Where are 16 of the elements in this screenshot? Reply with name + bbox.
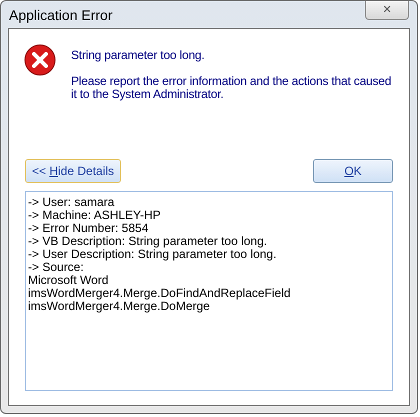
- details-line: -> User: samara: [28, 196, 116, 209]
- details-line: -> User Description: String parameter too long.: [28, 248, 278, 261]
- details-line: -> VB Description: String parameter too long.: [28, 235, 268, 248]
- details-line: -> Source:: [28, 261, 84, 274]
- details-line: -> Error Number: 5854: [28, 222, 150, 235]
- details-line: -> Machine: ASHLEY-HP: [28, 209, 162, 222]
- error-icon: [24, 44, 56, 76]
- details-line: imsWordMerger4.Merge.DoFindAndReplaceField: [28, 287, 292, 300]
- details-line: Microsoft Word: [28, 274, 110, 287]
- dialog-button[interactable]: << Hide Details: [25, 159, 121, 183]
- details-line: imsWordMerger4.Merge.DoMerge: [28, 300, 210, 313]
- error-message: Please report the error information and the actions that caused it to the System Administrator.: [71, 75, 392, 101]
- close-button[interactable]: ✕: [365, 1, 409, 20]
- error-message: String parameter too long.: [71, 49, 206, 62]
- dialog-button[interactable]: OK: [313, 159, 393, 183]
- window-title: Application Error: [9, 6, 112, 25]
